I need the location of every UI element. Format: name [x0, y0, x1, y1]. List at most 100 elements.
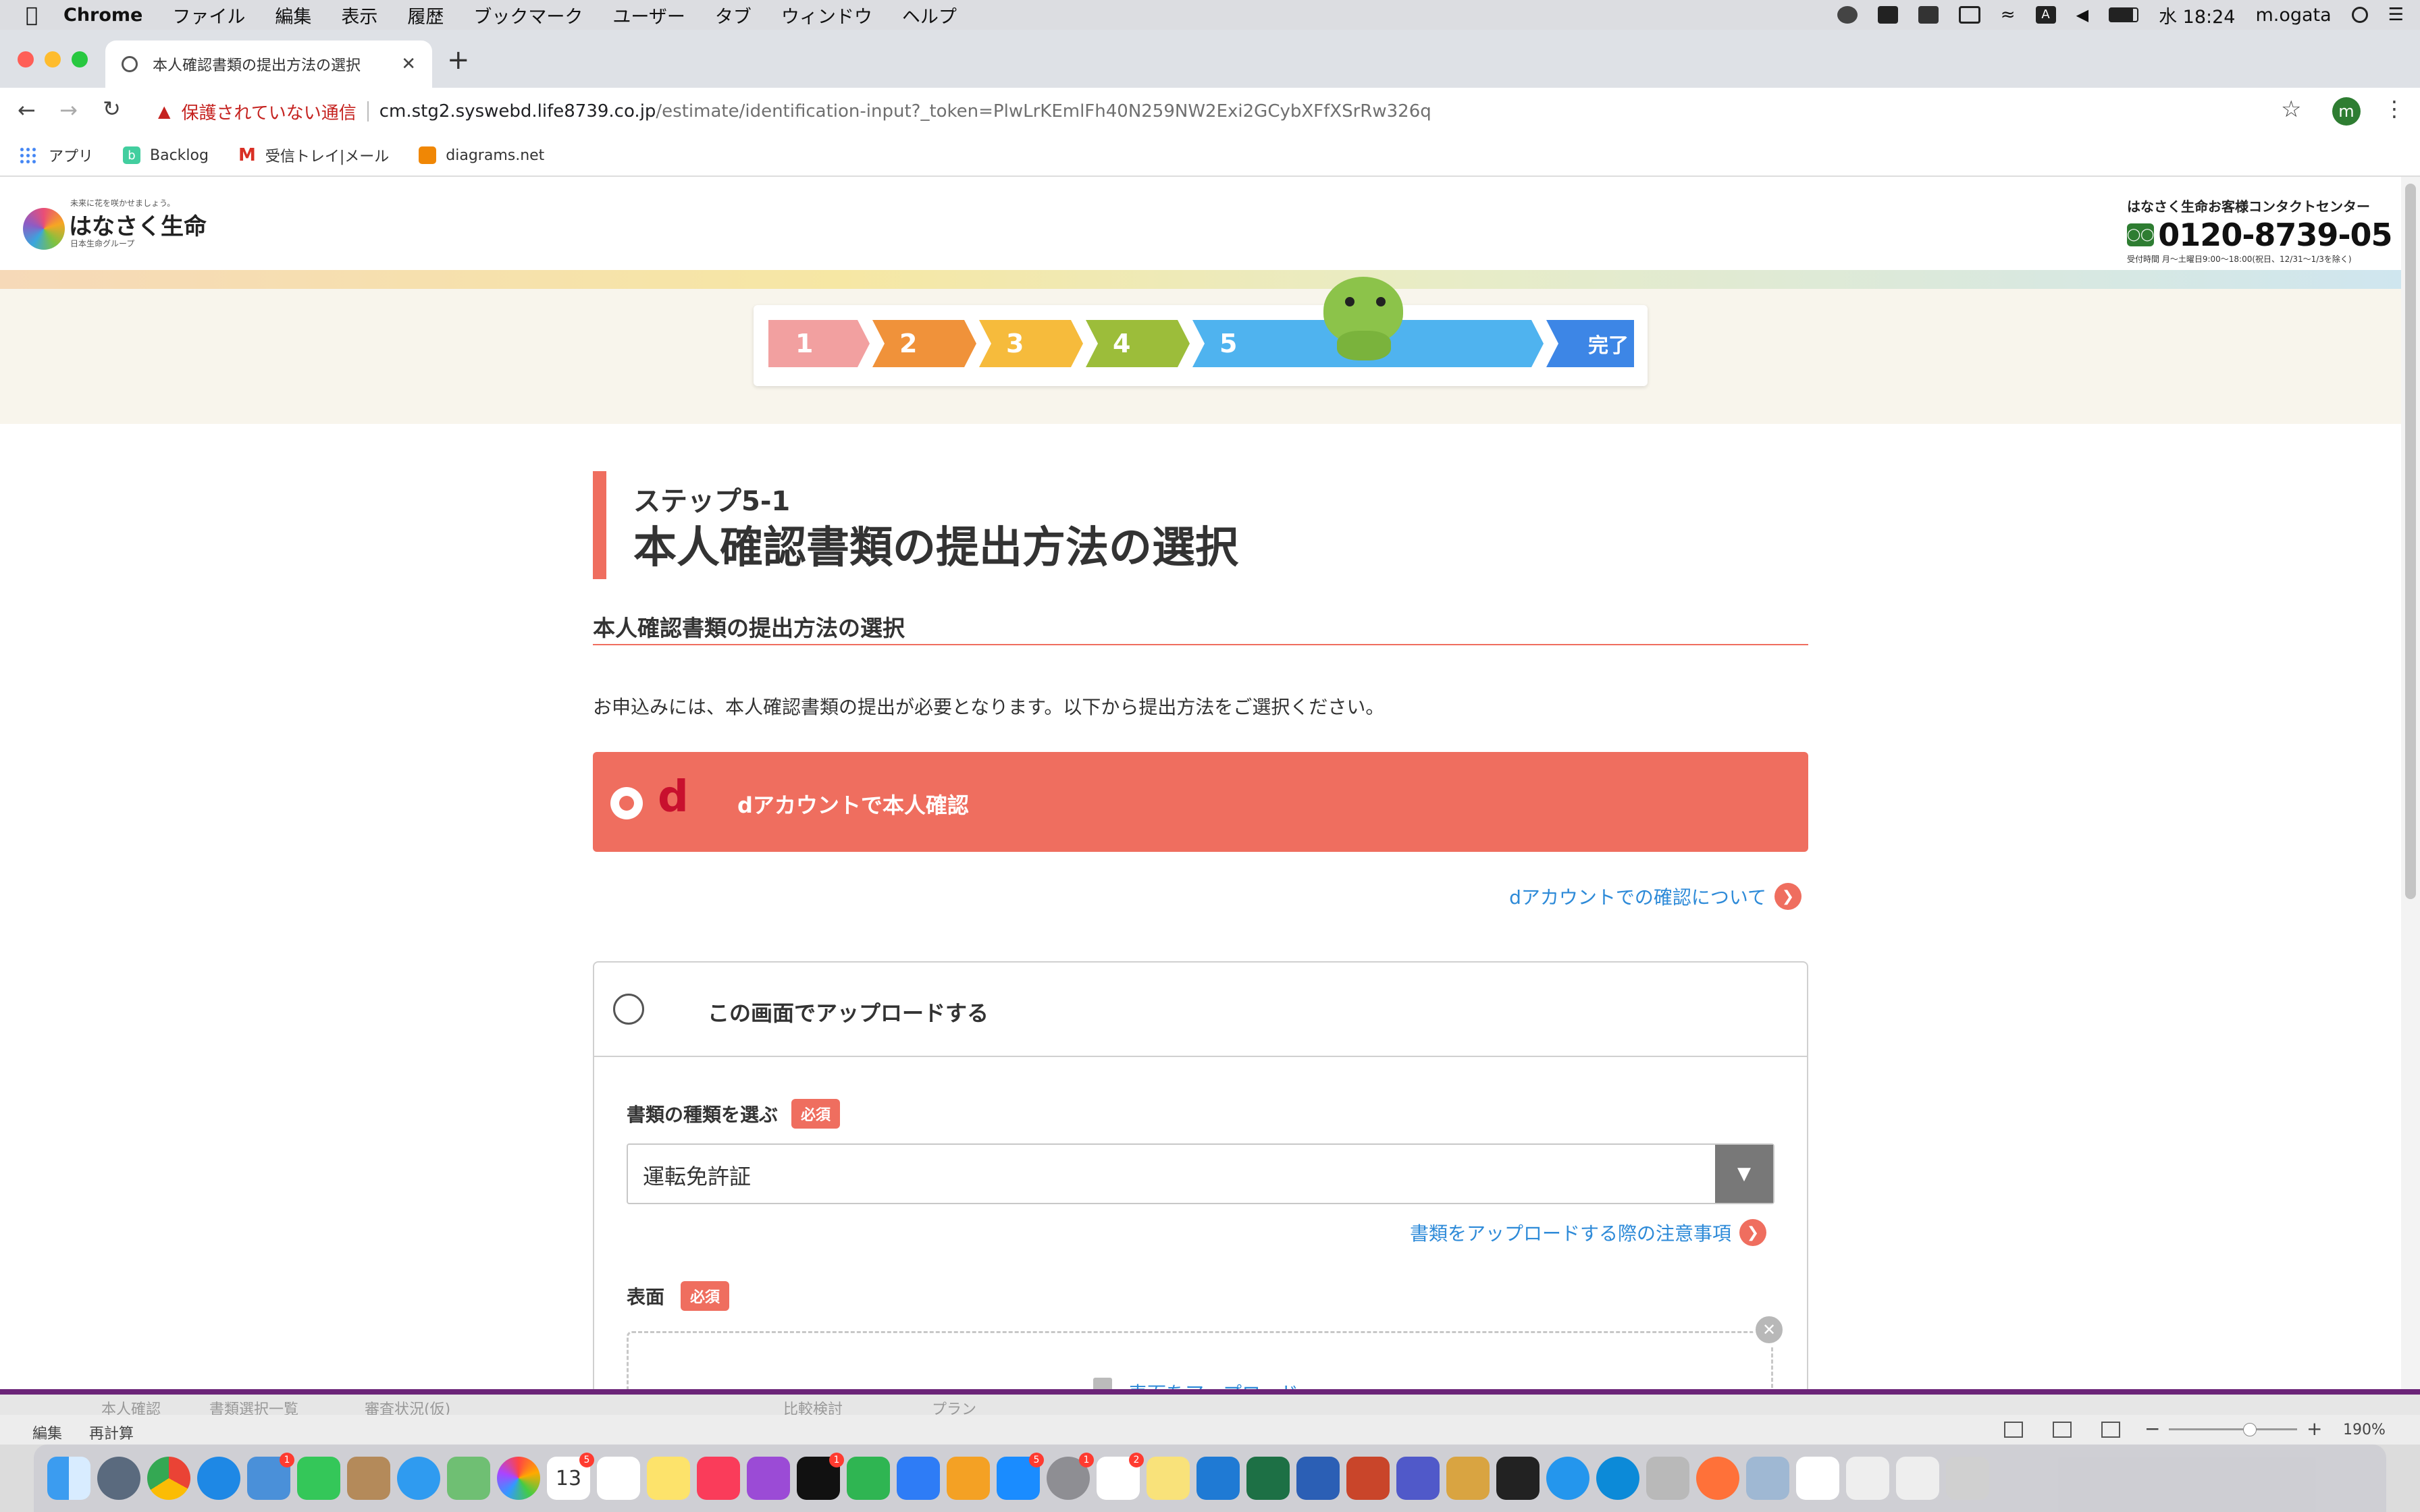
podcasts-icon[interactable] — [747, 1457, 790, 1500]
bookmark-star-icon[interactable]: ☆ — [2281, 96, 2301, 123]
warning-icon[interactable]: ▲ — [158, 102, 170, 121]
close-window-icon[interactable] — [18, 51, 34, 68]
d-help-link[interactable]: dアカウントでの確認について ❯ — [1509, 883, 1801, 910]
menu-edit[interactable]: 編集 — [275, 2, 311, 28]
slack-icon[interactable]: 2 — [1097, 1453, 1144, 1500]
close-tab-icon[interactable]: ✕ — [401, 54, 416, 74]
clock[interactable]: 水 18:24 — [2159, 2, 2235, 28]
notes-icon[interactable] — [647, 1457, 690, 1500]
radio-unselected[interactable] — [613, 994, 644, 1025]
checkmark-status-icon[interactable] — [1837, 6, 1858, 24]
window-thumb-icon-2[interactable] — [1896, 1457, 1939, 1500]
docker-icon[interactable] — [1918, 6, 1939, 24]
site-logo[interactable]: 未来に花を咲かせましょう。 はなさく生命 日本生命グループ — [20, 197, 207, 251]
tv-icon[interactable]: 1 — [797, 1453, 844, 1500]
maps-icon[interactable] — [447, 1457, 490, 1500]
safari-icon[interactable] — [197, 1457, 240, 1500]
upload-notes-link-text[interactable]: 書類をアップロードする際の注意事項 — [1410, 1219, 1731, 1246]
omnibox[interactable]: ▲ 保護されていない通信 cm.stg2.syswebd.life8739.co… — [144, 93, 2292, 130]
reload-icon[interactable]: ↻ — [103, 96, 121, 122]
phone-number[interactable]: 0120-8739-05 — [2158, 217, 2392, 253]
option-d-account[interactable]: d dアカウントで本人確認 — [593, 752, 1808, 852]
stickies-icon[interactable] — [1147, 1457, 1190, 1500]
folder-icon[interactable] — [1446, 1457, 1490, 1500]
mail-icon[interactable]: 1 — [247, 1453, 294, 1500]
doc-type-select[interactable]: 運転免許証 ▼ — [627, 1143, 1774, 1204]
page-scrollbar-thumb[interactable] — [2405, 184, 2416, 899]
page-layout-icon[interactable] — [2053, 1422, 2072, 1438]
zoom-level[interactable]: 190% — [2343, 1422, 2386, 1438]
bookmark-diagrams[interactable]: diagrams.net — [446, 147, 544, 164]
spotlight-icon[interactable] — [2351, 7, 2368, 23]
chrome-icon[interactable] — [147, 1457, 190, 1500]
browser-tab-active[interactable]: 本人確認書類の提出方法の選択 ✕ — [105, 40, 432, 88]
page-break-icon[interactable] — [2101, 1422, 2120, 1438]
zoom-out-icon[interactable]: − — [2145, 1418, 2160, 1440]
photos-icon[interactable] — [497, 1457, 540, 1500]
menu-view[interactable]: 表示 — [341, 2, 377, 28]
clear-upload-icon[interactable]: ✕ — [1753, 1314, 1785, 1346]
contacts-icon[interactable] — [347, 1457, 390, 1500]
user-name[interactable]: m.ogata — [2255, 5, 2331, 26]
security-label[interactable]: 保護されていない通信 — [181, 99, 356, 124]
d-help-link-text[interactable]: dアカウントでの確認について — [1509, 883, 1766, 910]
airplay-icon[interactable] — [1958, 6, 1980, 24]
firefox-icon[interactable] — [1696, 1457, 1739, 1500]
back-icon[interactable]: ← — [18, 97, 36, 123]
adobe-icon[interactable] — [1877, 6, 1898, 24]
music-icon[interactable] — [697, 1457, 740, 1500]
gmail-icon[interactable]: M — [238, 145, 256, 165]
bookmark-gmail[interactable]: 受信トレイ|メール — [265, 144, 389, 166]
menu-file[interactable]: ファイル — [172, 2, 245, 28]
menu-kebab-icon[interactable]: ⋮ — [2384, 96, 2405, 122]
menu-bookmarks[interactable]: ブックマーク — [473, 2, 583, 28]
chevron-down-icon[interactable]: ❯ — [1774, 883, 1801, 910]
minimize-window-icon[interactable] — [45, 51, 61, 68]
url-path[interactable]: /estimate/identification-input?_token=Pl… — [656, 101, 1431, 122]
finder-icon[interactable] — [47, 1457, 90, 1500]
select-arrow-icon[interactable]: ▼ — [1715, 1145, 1773, 1203]
vscode-icon[interactable] — [1196, 1457, 1240, 1500]
menu-window[interactable]: ウィンドウ — [781, 2, 872, 28]
keychain-icon[interactable] — [1646, 1457, 1689, 1500]
zoom-in-icon[interactable]: + — [2307, 1418, 2322, 1440]
keynote-icon[interactable] — [897, 1457, 940, 1500]
apple-icon[interactable]:  — [26, 3, 38, 27]
upload-notes-link[interactable]: 書類をアップロードする際の注意事項 ❯ — [1410, 1219, 1766, 1246]
control-center-icon[interactable]: ☰ — [2388, 5, 2404, 25]
preview-icon[interactable] — [1746, 1457, 1789, 1500]
zoom-window-icon[interactable] — [72, 51, 88, 68]
calendar-icon[interactable]: 13 5 — [547, 1453, 594, 1500]
status-recalc[interactable]: 再計算 — [89, 1422, 134, 1443]
normal-view-icon[interactable] — [2004, 1422, 2023, 1438]
document-thumb-icon[interactable] — [1796, 1457, 1839, 1500]
menu-user[interactable]: ユーザー — [612, 2, 685, 28]
appstore-icon[interactable]: 5 — [997, 1453, 1044, 1500]
pages-icon[interactable] — [947, 1457, 990, 1500]
teams-icon[interactable] — [1396, 1457, 1440, 1500]
edge-icon[interactable] — [1596, 1457, 1639, 1500]
app-menu[interactable]: Chrome — [63, 5, 142, 26]
window-thumb-icon[interactable] — [1846, 1457, 1889, 1500]
menu-help[interactable]: ヘルプ — [902, 2, 957, 28]
reminders-icon[interactable] — [597, 1457, 640, 1500]
front-upload-dropzone[interactable]: 表面をアップロード — [627, 1331, 1773, 1392]
zoom-slider[interactable] — [2169, 1428, 2297, 1430]
diagrams-icon[interactable] — [419, 146, 437, 164]
profile-avatar[interactable]: m — [2332, 97, 2361, 126]
volume-icon[interactable]: ◀ — [2076, 5, 2088, 24]
launchpad-icon[interactable] — [97, 1457, 140, 1500]
option-upload-header[interactable]: この画面でアップロードする — [594, 963, 1807, 1057]
apps-grid-icon[interactable] — [19, 146, 36, 164]
backlog-icon[interactable]: b — [123, 146, 141, 164]
messages-icon[interactable] — [397, 1457, 440, 1500]
battery-icon[interactable] — [2109, 7, 2139, 22]
bookmark-backlog[interactable]: Backlog — [150, 147, 209, 164]
wifi-icon[interactable]: ≈ — [2001, 5, 2016, 25]
facetime-icon[interactable] — [297, 1457, 340, 1500]
numbers-icon[interactable] — [847, 1457, 890, 1500]
chevron-down-icon-2[interactable]: ❯ — [1739, 1219, 1766, 1246]
excel-icon[interactable] — [1246, 1457, 1290, 1500]
system-preferences-icon[interactable]: 1 — [1047, 1453, 1094, 1500]
trash-icon[interactable] — [1946, 1457, 1989, 1500]
